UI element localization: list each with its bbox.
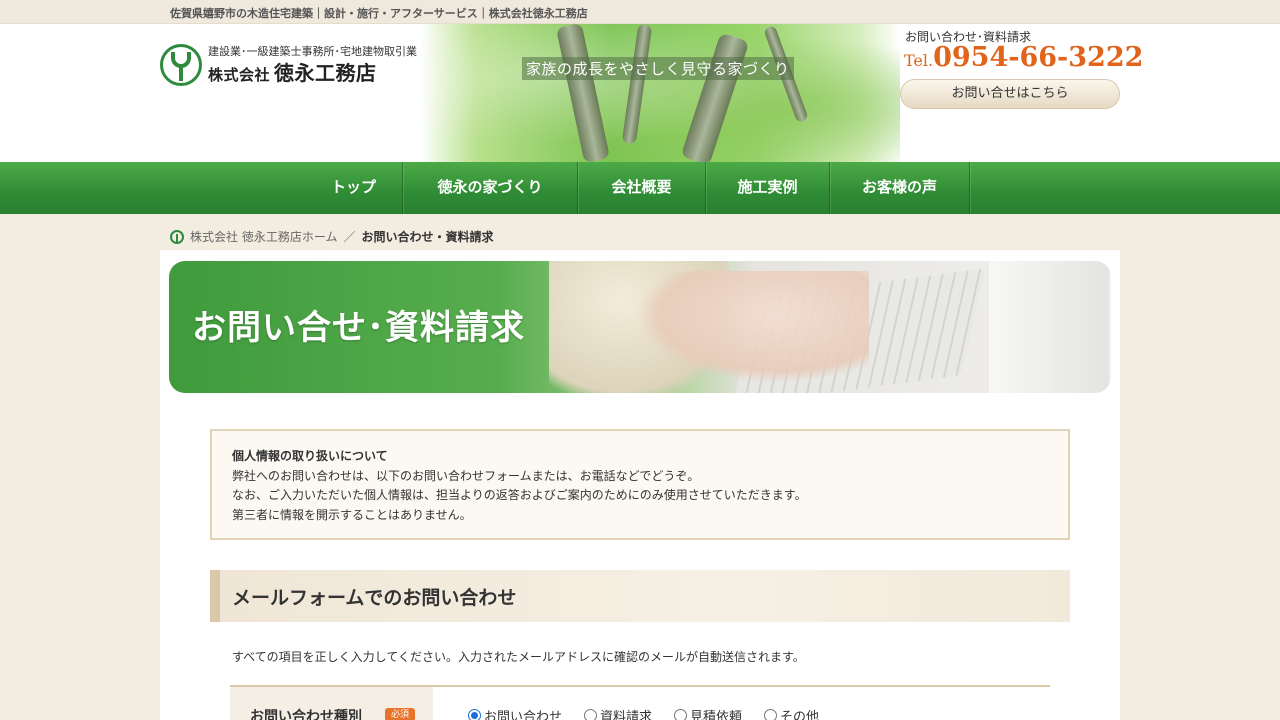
- radio-option-inquiry[interactable]: お問い合わせ: [468, 706, 562, 720]
- tree-trunk: [621, 23, 653, 145]
- radio-option-estimate[interactable]: 見積依頼: [674, 706, 742, 720]
- contact-button[interactable]: お問い合せはこちら: [900, 79, 1120, 109]
- tel-number: 0954-66-3222: [933, 42, 1144, 73]
- privacy-line: なお、ご入力いただいた個人情報は、担当よりの返答およびご案内のためにのみ使用させ…: [232, 488, 807, 502]
- banner-photo-hands: [639, 271, 869, 381]
- privacy-notice: 個人情報の取り扱いについて 弊社へのお問い合わせは、以下のお問い合わせフォームま…: [210, 429, 1070, 540]
- form-row-inquiry-type: お問い合わせ種別 必須 お問い合わせ 資料請求 見積依頼 その他: [230, 685, 1050, 720]
- radio-button[interactable]: [674, 709, 688, 720]
- radio-label: その他: [780, 710, 820, 720]
- breadcrumb-home-link[interactable]: 株式会社 徳永工務店ホーム: [190, 228, 337, 245]
- radio-button[interactable]: [764, 709, 778, 720]
- breadcrumb: 株式会社 徳永工務店ホーム ／ お問い合わせ・資料請求: [170, 228, 494, 245]
- section-title: メールフォームでのお問い合わせ: [232, 587, 517, 609]
- header-tree-image: [420, 22, 900, 166]
- radio-label: 資料請求: [600, 710, 653, 720]
- home-logo-icon: [170, 229, 184, 244]
- privacy-line: 弊社へのお問い合わせは、以下のお問い合わせフォームまたは、お電話などでどうぞ。: [232, 468, 700, 483]
- radio-option-brochure[interactable]: 資料請求: [584, 706, 652, 720]
- breadcrumb-current: お問い合わせ・資料請求: [361, 230, 494, 244]
- tel-prefix: Tel.: [904, 51, 934, 70]
- radio-label: お問い合わせ: [484, 710, 563, 720]
- nav-item-works[interactable]: 施工実例: [706, 162, 830, 214]
- required-badge: 必須: [385, 708, 415, 720]
- nav-item-house-building[interactable]: 徳永の家づくり: [403, 162, 578, 214]
- radio-button[interactable]: [468, 709, 481, 720]
- site-tagline: 佐賀県嬉野市の木造住宅建築｜設計・施行・アフターサービス｜株式会社徳永工務店: [170, 7, 588, 20]
- nav-item-testimonials[interactable]: お客様の声: [830, 162, 970, 214]
- page-title: お問い合せ･資料請求: [192, 308, 525, 348]
- tree-trunk: [555, 22, 611, 164]
- top-bar: 佐賀県嬉野市の木造住宅建築｜設計・施行・アフターサービス｜株式会社徳永工務店: [0, 0, 1280, 24]
- mail-form-heading: メールフォームでのお問い合わせ: [210, 570, 1070, 622]
- banner-photo-monitor: [989, 261, 1109, 393]
- radio-label: 見積依頼: [690, 710, 743, 720]
- nav-item-company[interactable]: 会社概要: [578, 162, 706, 214]
- header-catchphrase: 家族の成長をやさしく見守る家づくり: [522, 57, 794, 80]
- inquiry-type-radio-group: お問い合わせ 資料請求 見積依頼 その他: [468, 706, 841, 720]
- form-intro-text: すべての項目を正しく入力してください。入力されたメールアドレスに確認のメールが自…: [232, 650, 805, 664]
- tree-trunk: [680, 32, 750, 166]
- privacy-line: 第三者に情報を開示することはありません。: [232, 507, 472, 522]
- nav-item-top[interactable]: トップ: [305, 162, 403, 214]
- company-name-link[interactable]: 株式会社 徳永工務店: [208, 57, 377, 86]
- company-prefix: 株式会社: [208, 66, 271, 84]
- radio-button[interactable]: [584, 709, 598, 720]
- radio-option-other[interactable]: その他: [764, 706, 819, 720]
- breadcrumb-separator: ／: [343, 230, 356, 244]
- company-name: 徳永工務店: [274, 61, 377, 85]
- company-logo-icon[interactable]: [160, 44, 202, 86]
- main-navigation: トップ 徳永の家づくり 会社概要 施工実例 お客様の声: [0, 162, 1280, 214]
- phone-number: Tel.0954-66-3222: [904, 42, 1143, 73]
- form-label: お問い合わせ種別: [250, 709, 362, 720]
- privacy-title: 個人情報の取り扱いについて: [232, 449, 388, 463]
- form-label-cell: お問い合わせ種別 必須: [230, 687, 433, 720]
